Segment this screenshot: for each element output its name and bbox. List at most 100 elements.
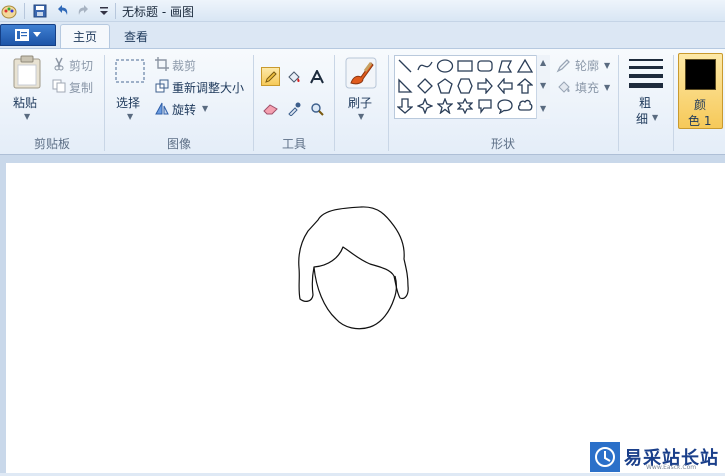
color-picker-tool[interactable]	[284, 99, 303, 118]
tools-group: 工具	[254, 49, 334, 154]
site-logo-icon	[590, 441, 620, 472]
fill-label[interactable]: 填充	[575, 79, 599, 96]
right-triangle-shape-icon[interactable]	[395, 76, 415, 96]
image-group-label: 图像	[166, 137, 191, 151]
crop-label[interactable]: 裁剪	[172, 57, 196, 74]
resize-label[interactable]: 重新调整大小	[172, 79, 244, 96]
clipboard-group-label: 剪贴板	[33, 137, 70, 151]
tools-group-label: 工具	[281, 137, 306, 151]
copy-icon	[52, 79, 66, 96]
chevron-down-icon[interactable]: ▼	[652, 113, 658, 122]
canvas-workspace	[0, 155, 725, 473]
size-label-line2[interactable]: 细	[636, 110, 648, 127]
curve-shape-icon[interactable]	[415, 56, 435, 76]
tab-row: 主页 查看	[0, 22, 725, 48]
pencil-tool[interactable]	[261, 67, 280, 86]
color-1-label-line1: 颜	[694, 98, 707, 112]
scroll-down-icon[interactable]: ▼	[540, 81, 546, 90]
pentagon-shape-icon[interactable]	[435, 76, 455, 96]
tab-home[interactable]: 主页	[60, 24, 111, 48]
fill-tool[interactable]	[284, 67, 303, 86]
redo-icon[interactable]	[76, 3, 92, 19]
chevron-down-icon[interactable]: ▼	[358, 112, 364, 121]
color-1-swatch	[685, 59, 716, 90]
chevron-down-icon[interactable]: ▼	[202, 104, 208, 113]
chevron-down-icon[interactable]: ▼	[604, 61, 610, 70]
drawing-canvas[interactable]	[6, 163, 725, 473]
watermark: 易采站长站 Www.Easck.Com	[590, 440, 725, 473]
magnifier-icon	[310, 102, 324, 116]
paint-menu-button[interactable]	[0, 24, 56, 46]
down-arrow-shape-icon[interactable]	[395, 96, 415, 116]
crop-icon	[155, 57, 169, 74]
chevron-down-icon[interactable]: ▼	[604, 83, 610, 92]
brush-label[interactable]: 刷子	[348, 94, 372, 111]
watermark-subtext: Www.Easck.Com	[646, 464, 697, 471]
resize-icon[interactable]	[155, 79, 169, 96]
menu-icon	[15, 29, 29, 41]
customize-quick-access-icon[interactable]	[96, 3, 112, 19]
outline-label[interactable]: 轮廓	[575, 57, 599, 74]
oval-callout-shape-icon[interactable]	[495, 96, 515, 116]
hexagon-shape-icon[interactable]	[455, 76, 475, 96]
triangle-shape-icon[interactable]	[515, 56, 535, 76]
shapes-gallery-scrollbar[interactable]: ▲ ▼ ▼	[536, 55, 550, 119]
color-1-button[interactable]: 颜 色 1	[678, 53, 723, 129]
cut-icon	[52, 57, 66, 74]
left-arrow-shape-icon[interactable]	[495, 76, 515, 96]
line-shape-icon[interactable]	[395, 56, 415, 76]
rectangle-shape-icon[interactable]	[455, 56, 475, 76]
tab-view[interactable]: 查看	[112, 24, 160, 48]
window-title: 无标题 - 画图	[122, 5, 194, 19]
rotate-icon[interactable]	[155, 101, 169, 118]
shapes-group-label: 形状	[490, 137, 515, 151]
text-tool[interactable]	[307, 67, 326, 86]
rounded-rectangle-shape-icon[interactable]	[475, 56, 495, 76]
chevron-down-icon	[33, 32, 41, 37]
eraser-icon	[262, 103, 278, 114]
chevron-down-icon[interactable]: ▼	[24, 112, 30, 121]
clipboard-group: 粘贴 ▼ 剪切 复制 剪贴板	[0, 49, 104, 154]
outline-icon	[556, 57, 572, 76]
polygon-shape-icon[interactable]	[495, 56, 515, 76]
gallery-more-icon[interactable]: ▼	[540, 104, 546, 113]
select-label[interactable]: 选择	[116, 94, 140, 111]
up-arrow-shape-icon[interactable]	[515, 76, 535, 96]
paste-label[interactable]: 粘贴	[13, 94, 37, 111]
eraser-tool[interactable]	[261, 99, 280, 118]
rounded-callout-shape-icon[interactable]	[475, 96, 495, 116]
shapes-gallery	[394, 55, 550, 119]
undo-icon[interactable]	[54, 3, 70, 19]
group-separator	[618, 55, 619, 151]
separator	[115, 3, 116, 19]
line-size-icon[interactable]	[628, 57, 664, 92]
title-bar: 无标题 - 画图	[0, 0, 725, 22]
four-point-star-shape-icon[interactable]	[415, 96, 435, 116]
image-group: 选择 ▼ 裁剪 重新调整大小 旋转 ▼ 图像	[105, 49, 253, 154]
diamond-shape-icon[interactable]	[415, 76, 435, 96]
six-point-star-shape-icon[interactable]	[455, 96, 475, 116]
pencil-icon	[264, 70, 277, 83]
fill-icon	[556, 79, 572, 98]
select-icon[interactable]	[115, 59, 145, 86]
size-label-line1[interactable]: 粗	[639, 94, 651, 111]
magnifier-tool[interactable]	[307, 99, 326, 118]
chevron-down-icon[interactable]: ▼	[127, 112, 133, 121]
rotate-label[interactable]: 旋转	[172, 101, 196, 118]
cloud-callout-shape-icon[interactable]	[515, 96, 535, 116]
five-point-star-shape-icon[interactable]	[435, 96, 455, 116]
scroll-up-icon[interactable]: ▲	[540, 58, 546, 67]
oval-shape-icon[interactable]	[435, 56, 455, 76]
brush-icon[interactable]	[345, 57, 377, 92]
cut-label[interactable]: 剪切	[69, 57, 93, 74]
paste-icon[interactable]	[12, 55, 42, 92]
brushes-group: 刷子 ▼	[335, 49, 387, 154]
paint-bucket-icon	[287, 70, 300, 83]
color-1-label-line2: 色 1	[688, 114, 712, 128]
paint-app-icon[interactable]	[1, 3, 17, 19]
face-sketch	[298, 206, 409, 330]
copy-label[interactable]: 复制	[69, 79, 93, 96]
text-icon	[309, 69, 324, 83]
right-arrow-shape-icon[interactable]	[475, 76, 495, 96]
save-icon[interactable]	[32, 3, 48, 19]
